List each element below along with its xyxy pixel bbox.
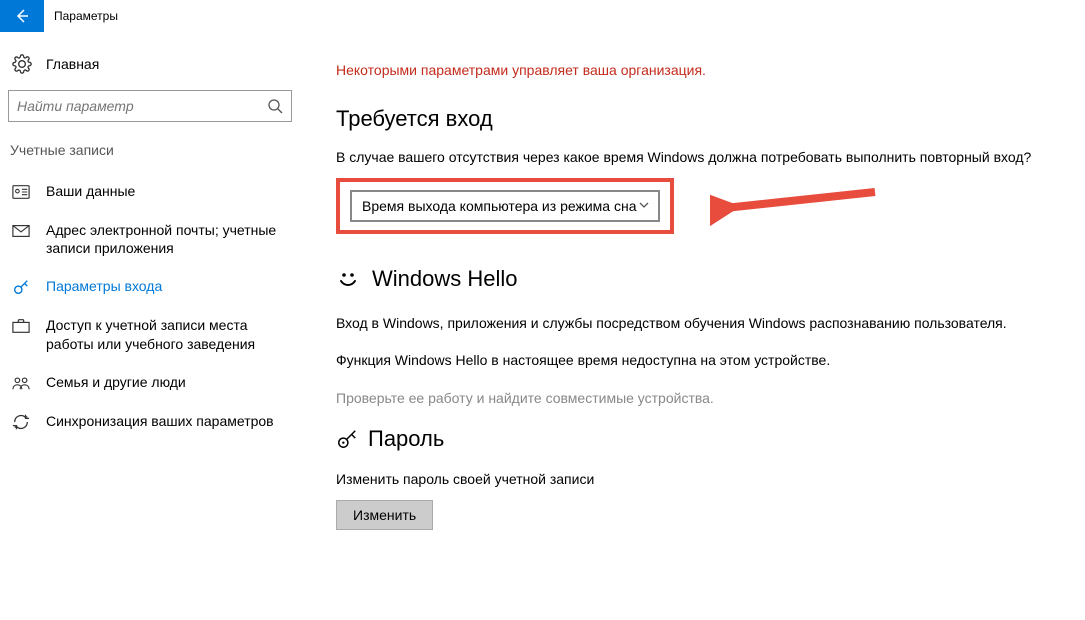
home-label: Главная	[46, 56, 99, 72]
windows-hello-title: Windows Hello	[372, 266, 518, 292]
titlebar: Параметры	[0, 0, 1085, 32]
sidebar-item-label: Доступ к учетной записи места работы или…	[46, 316, 292, 352]
sidebar-item-signin-options[interactable]: Параметры входа	[8, 267, 300, 306]
sidebar-item-label: Параметры входа	[46, 277, 162, 295]
arrow-left-icon	[14, 8, 30, 24]
sidebar-item-label: Ваши данные	[46, 182, 135, 200]
require-signin-desc: В случае вашего отсутствия через какое в…	[336, 148, 1075, 168]
password-title: Пароль	[368, 426, 444, 452]
dropdown-highlight-box: Время выхода компьютера из режима сна	[336, 178, 674, 234]
key-icon	[336, 428, 358, 450]
password-header: Пароль	[336, 426, 1075, 452]
password-desc: Изменить пароль своей учетной записи	[336, 470, 1075, 490]
change-password-button[interactable]: Изменить	[336, 500, 433, 530]
require-signin-dropdown[interactable]: Время выхода компьютера из режима сна	[350, 190, 660, 222]
sidebar-item-email[interactable]: Адрес электронной почты; учетные записи …	[8, 211, 300, 267]
people-icon	[12, 374, 30, 392]
search-input[interactable]	[17, 98, 267, 114]
search-icon	[267, 98, 283, 114]
require-signin-title: Требуется вход	[336, 106, 1075, 132]
sidebar-item-your-info[interactable]: Ваши данные	[8, 172, 300, 211]
search-input-wrapper[interactable]	[8, 90, 292, 122]
home-link[interactable]: Главная	[8, 48, 300, 84]
hello-compat-link[interactable]: Проверьте ее работу и найдите совместимы…	[336, 389, 1075, 409]
back-button[interactable]	[0, 0, 44, 32]
sidebar: Главная Учетные записи Ваши данные Адрес…	[0, 32, 300, 620]
sidebar-item-label: Адрес электронной почты; учетные записи …	[46, 221, 292, 257]
windows-hello-header: Windows Hello	[336, 266, 1075, 292]
chevron-down-icon	[638, 198, 650, 214]
sidebar-item-work-access[interactable]: Доступ к учетной записи места работы или…	[8, 306, 300, 362]
sidebar-item-family[interactable]: Семья и другие люди	[8, 363, 300, 402]
annotation-arrow-icon	[710, 180, 890, 230]
briefcase-icon	[12, 317, 30, 335]
hello-desc-1: Вход в Windows, приложения и службы поср…	[336, 314, 1075, 334]
key-icon	[12, 278, 30, 296]
smiley-icon	[336, 267, 360, 291]
org-managed-notice: Некоторыми параметрами управляет ваша ор…	[336, 62, 1075, 78]
gear-icon	[12, 54, 32, 74]
window-title: Параметры	[44, 9, 118, 23]
sidebar-item-label: Семья и другие люди	[46, 373, 186, 391]
mail-icon	[12, 222, 30, 240]
dropdown-selected-value: Время выхода компьютера из режима сна	[362, 198, 636, 214]
sync-icon	[12, 413, 30, 431]
content-pane: Некоторыми параметрами управляет ваша ор…	[300, 32, 1085, 620]
category-label: Учетные записи	[8, 136, 300, 172]
sidebar-item-label: Синхронизация ваших параметров	[46, 412, 274, 430]
hello-desc-2: Функция Windows Hello в настоящее время …	[336, 351, 1075, 371]
id-card-icon	[12, 183, 30, 201]
sidebar-item-sync[interactable]: Синхронизация ваших параметров	[8, 402, 300, 441]
